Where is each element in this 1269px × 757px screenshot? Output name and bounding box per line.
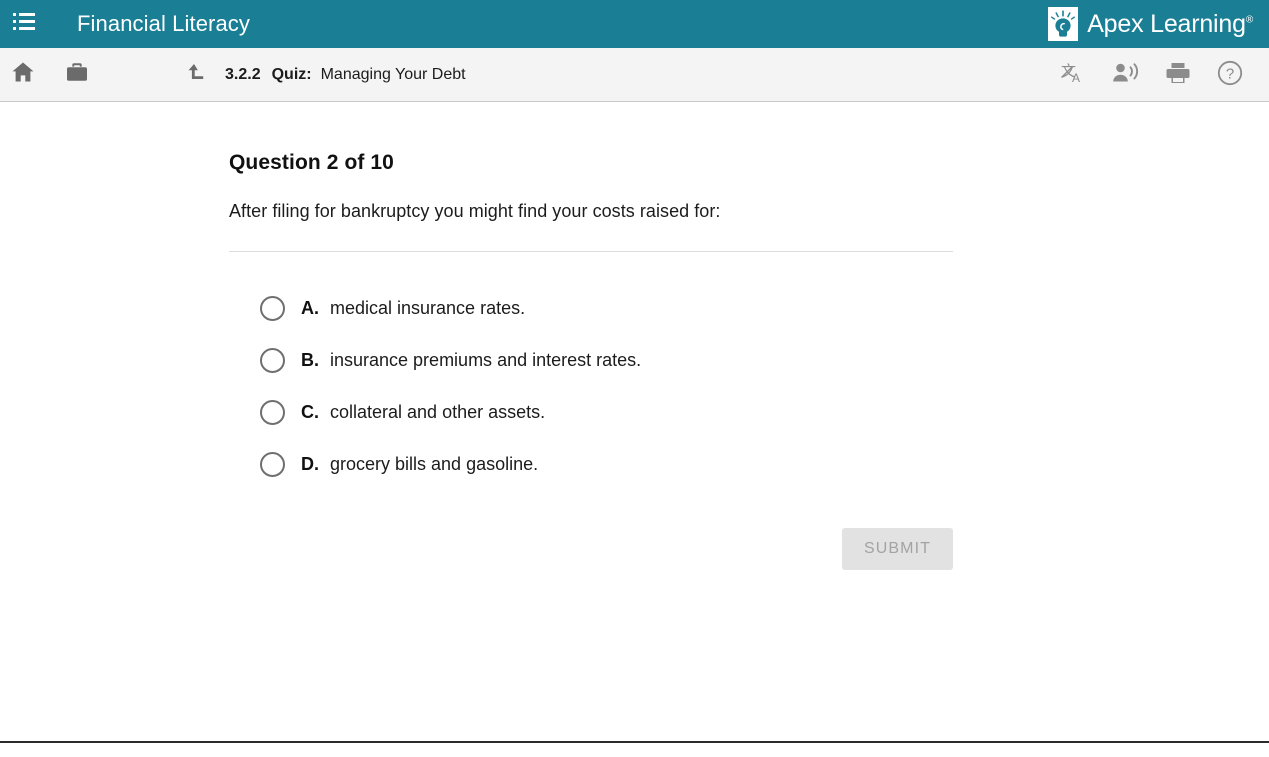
option-text-b: insurance premiums and interest rates. [330,349,642,370]
answer-option-a[interactable]: A. medical insurance rates. [260,282,525,334]
printer-icon [1165,61,1191,90]
option-letter-d: D. [301,453,319,474]
help-button[interactable]: ? [1207,48,1253,102]
option-text-d: grocery bills and gasoline. [330,453,539,474]
home-button[interactable] [0,48,46,102]
quiz-content-area: Question 2 of 10 After filing for bankru… [0,102,1269,756]
translate-icon: 文 A [1061,61,1087,90]
question-prompt: After filing for bankruptcy you might fi… [229,201,721,221]
option-text-a: medical insurance rates. [330,297,526,318]
option-letter-b: B. [301,349,319,370]
brand-logo: Apex Learning® [1048,7,1253,41]
brand-name-text: Apex Learning [1087,9,1246,38]
option-text-c: collateral and other assets. [330,401,546,422]
breadcrumb: 3.2.2 Quiz: Managing Your Debt [225,66,466,84]
radio-button-a[interactable] [260,295,285,321]
bottom-rule [0,741,1269,743]
option-letter-a: A. [301,297,319,318]
menu-toggle-button[interactable] [0,0,48,48]
briefcase-button[interactable] [54,48,100,102]
level-up-icon [186,60,210,89]
radio-button-c[interactable] [260,399,285,425]
answer-options-list: A. medical insurance rates. B. insurance… [229,282,953,490]
level-up-button[interactable] [175,48,221,102]
question-divider [229,251,953,252]
breadcrumb-kind: Quiz: [271,65,312,83]
brand-name: Apex Learning® [1087,10,1253,39]
submit-button[interactable]: SUBMIT [841,528,953,570]
breadcrumb-number: 3.2.2 [225,65,261,83]
page-title: Financial Literacy [77,11,250,36]
toolbar-left-group: 3.2.2 Quiz: Managing Your Debt [0,48,466,102]
list-menu-icon [13,13,35,35]
question-circle-icon: ? [1217,60,1243,91]
apex-lightbulb-logo-icon [1048,7,1079,41]
breadcrumb-name: Managing Your Debt [320,65,466,83]
submit-row: SUBMIT [229,528,953,570]
briefcase-icon [65,61,89,88]
toolbar-right-group: 文 A ? [1051,48,1253,102]
speaker-person-icon [1112,61,1140,90]
text-to-speech-button[interactable] [1103,48,1149,102]
translate-button[interactable]: 文 A [1051,48,1097,102]
option-letter-c: C. [301,401,319,422]
answer-option-c[interactable]: C. collateral and other assets. [260,386,545,438]
home-icon [11,61,35,88]
answer-option-d[interactable]: D. grocery bills and gasoline. [260,438,538,490]
print-button[interactable] [1155,48,1201,102]
answer-option-b[interactable]: B. insurance premiums and interest rates… [260,334,641,386]
app-header: Financial Literacy Apex Learning® [0,0,1269,48]
svg-text:?: ? [1226,65,1234,82]
question-block: Question 2 of 10 After filing for bankru… [229,151,953,570]
secondary-toolbar: 3.2.2 Quiz: Managing Your Debt 文 A ? [0,48,1269,102]
radio-button-d[interactable] [260,451,285,477]
radio-button-b[interactable] [260,347,285,373]
trademark-symbol: ® [1245,14,1253,26]
svg-text:A: A [1072,71,1080,85]
question-heading: Question 2 of 10 [229,151,394,174]
